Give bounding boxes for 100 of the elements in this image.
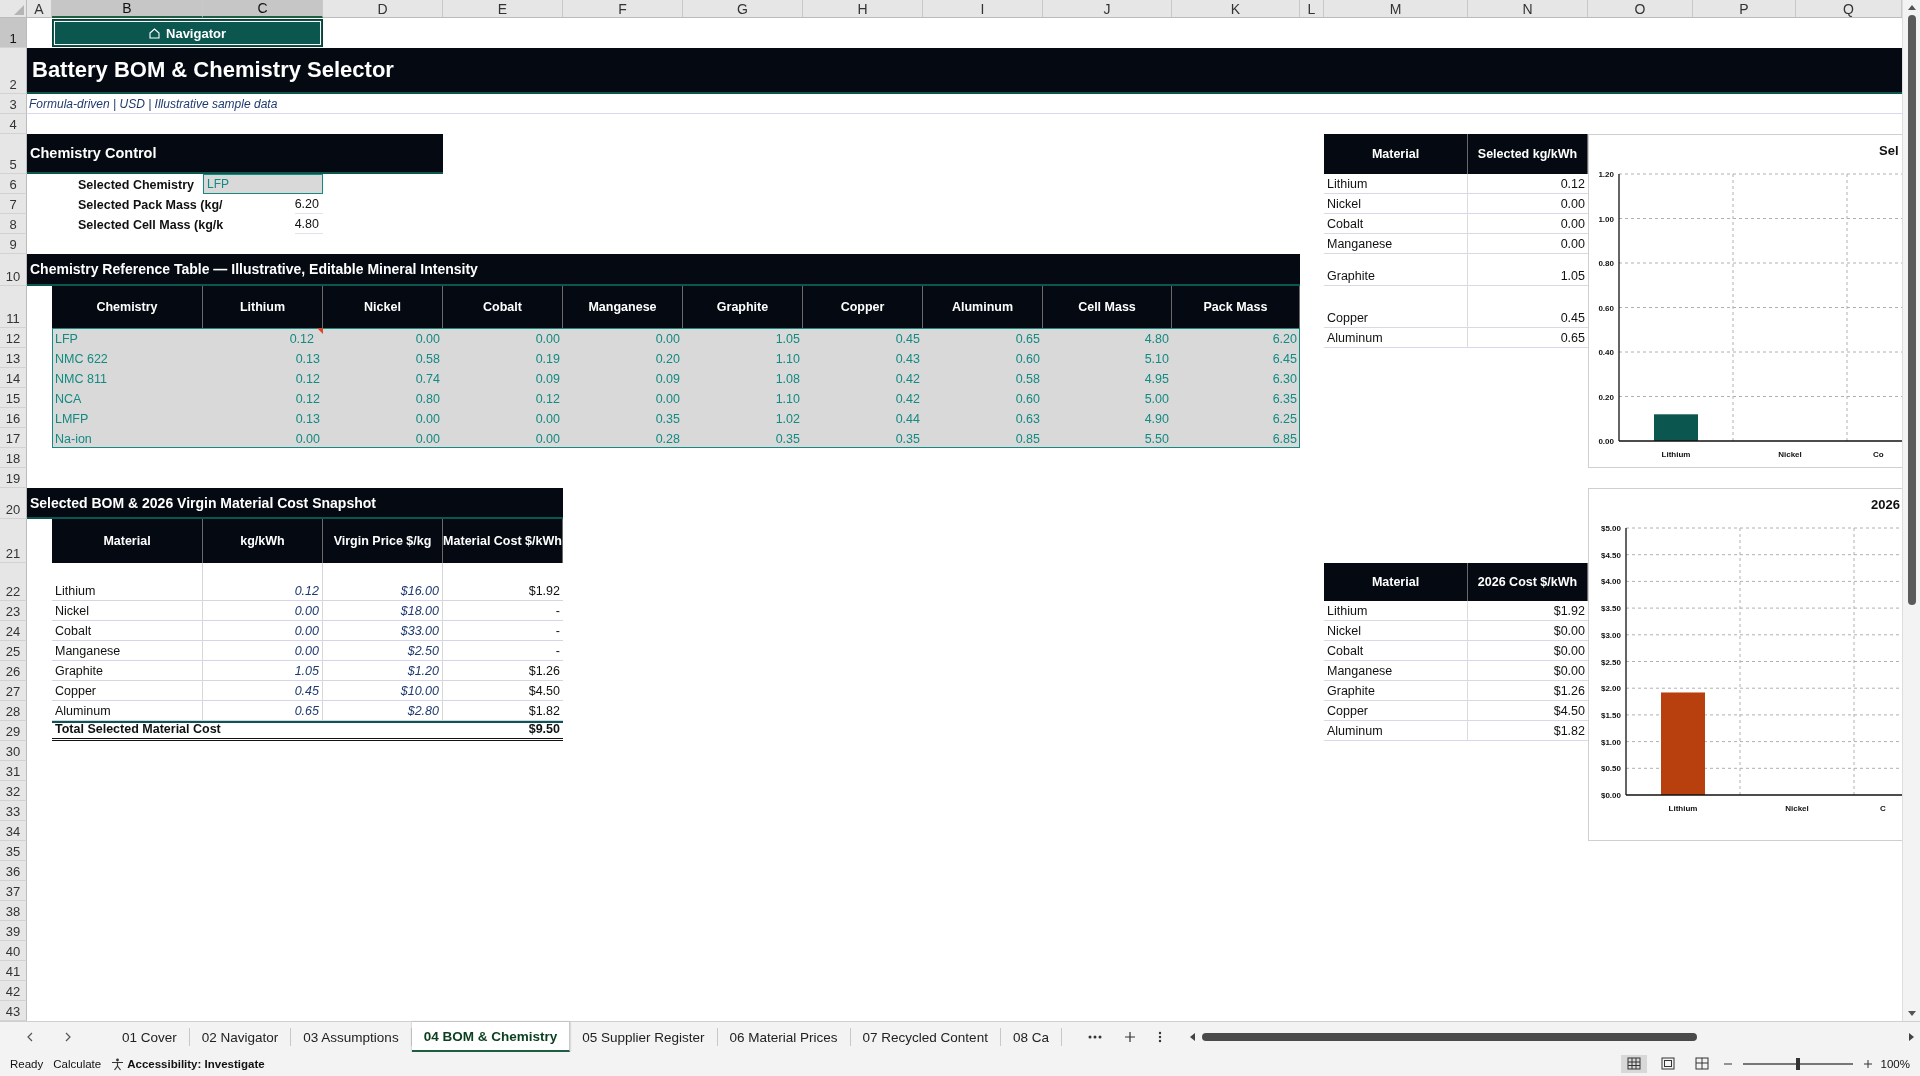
accessibility-icon[interactable]	[111, 1057, 125, 1071]
axis-tick-label: $4.00	[1600, 577, 1621, 587]
table-cell-text: 0.44	[894, 411, 921, 428]
row-number[interactable]: 15	[0, 388, 27, 408]
row-number[interactable]: 11	[0, 286, 27, 328]
row-number[interactable]: 17	[0, 428, 27, 448]
more-icon[interactable]	[1087, 1034, 1102, 1040]
row-number[interactable]: 1	[0, 18, 27, 48]
column-header[interactable]: M	[1324, 0, 1468, 18]
sheet-tab[interactable]: 03 Assumptions	[291, 1028, 412, 1046]
sheet-tab[interactable]: 07 Recycled Content	[850, 1028, 1001, 1046]
table-cell: $2.80	[323, 701, 443, 721]
column-header[interactable]: A	[27, 0, 52, 18]
home-icon	[149, 27, 160, 39]
sheet-tab[interactable]: 01 Cover	[110, 1028, 190, 1046]
scroll-thumb[interactable]	[1201, 1033, 1697, 1041]
zoom-level[interactable]: 100%	[1880, 1058, 1910, 1070]
sheet-tab[interactable]: 04 BOM & Chemistry	[411, 1022, 571, 1052]
column-header[interactable]: L	[1300, 0, 1324, 18]
row-number[interactable]: 21	[0, 519, 27, 563]
table-cell-text: 0.00	[414, 431, 441, 448]
scroll-thumb[interactable]	[1907, 15, 1916, 605]
zoom-in-icon[interactable]	[1862, 1059, 1873, 1069]
row-number[interactable]: 20	[0, 488, 27, 519]
table-cell-text: 5.10	[1143, 351, 1170, 368]
row-number[interactable]: 24	[0, 621, 27, 641]
row-number[interactable]: 29	[0, 721, 27, 741]
normal-view-icon[interactable]	[1620, 1055, 1647, 1073]
column-header[interactable]: H	[803, 0, 923, 18]
row-number[interactable]: 41	[0, 961, 27, 981]
axis-tick-label: 0.40	[1598, 348, 1614, 357]
sheet-tab[interactable]: 06 Material Prices	[717, 1028, 851, 1046]
table-cell-text: 1.08	[774, 371, 801, 388]
table-cell: Cobalt	[52, 621, 203, 641]
row-number[interactable]: 25	[0, 641, 27, 661]
table-cell-text: 0.00	[294, 431, 321, 448]
column-header[interactable]: F	[563, 0, 683, 18]
vertical-scrollbar[interactable]	[1902, 0, 1920, 1021]
column-header: Pack Mass	[1172, 286, 1300, 328]
row-number[interactable]: 14	[0, 368, 27, 388]
row-number[interactable]: 42	[0, 981, 27, 1001]
row-number[interactable]: 39	[0, 921, 27, 941]
row-number[interactable]: 22	[0, 563, 27, 601]
row-number[interactable]: 13	[0, 348, 27, 368]
column-header[interactable]: C	[203, 0, 323, 18]
row-number[interactable]: 30	[0, 741, 27, 761]
row-number[interactable]: 12	[0, 328, 27, 348]
row-number[interactable]: 33	[0, 801, 27, 821]
row-number[interactable]: 2	[0, 48, 27, 94]
table-cell: Aluminum	[52, 701, 203, 721]
sheet-title: Battery BOM & Chemistry Selector	[27, 48, 1902, 94]
column-header[interactable]: P	[1693, 0, 1796, 18]
row-number[interactable]: 40	[0, 941, 27, 961]
row-number[interactable]: 19	[0, 468, 27, 488]
column-header[interactable]: B	[52, 0, 203, 18]
options-icon[interactable]	[1157, 1031, 1162, 1043]
scroll-up-icon[interactable]	[1906, 3, 1917, 11]
row-number[interactable]: 5	[0, 134, 27, 174]
accessibility-status[interactable]: Accessibility: Investigate	[127, 1058, 265, 1070]
row-number[interactable]: 3	[0, 94, 27, 114]
row-number[interactable]: 36	[0, 861, 27, 881]
row-number[interactable]: 28	[0, 701, 27, 721]
column-header[interactable]: G	[683, 0, 803, 18]
row-number[interactable]: 38	[0, 901, 27, 921]
sheet-tab[interactable]: 05 Supplier Register	[570, 1028, 718, 1046]
column-header: Nickel	[323, 286, 443, 328]
row-number[interactable]: 34	[0, 821, 27, 841]
column-header[interactable]: N	[1468, 0, 1588, 18]
axis-tick-label: 1.20	[1598, 170, 1614, 179]
row-number[interactable]: 23	[0, 601, 27, 621]
row-number[interactable]: 7	[0, 194, 27, 214]
sheet-tab[interactable]: 02 Navigator	[189, 1028, 292, 1046]
row-number[interactable]: 8	[0, 214, 27, 234]
row-number[interactable]: 27	[0, 681, 27, 701]
row-number[interactable]: 26	[0, 661, 27, 681]
column-header[interactable]: J	[1043, 0, 1172, 18]
scroll-right-icon[interactable]	[1908, 1032, 1916, 1042]
column-header[interactable]: E	[443, 0, 563, 18]
column-header[interactable]: I	[923, 0, 1043, 18]
row-number[interactable]: 31	[0, 761, 27, 781]
scroll-down-icon[interactable]	[1906, 1010, 1917, 1018]
row-number[interactable]: 35	[0, 841, 27, 861]
add-sheet-icon[interactable]	[1123, 1031, 1136, 1043]
row-number[interactable]: 4	[0, 114, 27, 134]
column-header[interactable]: K	[1172, 0, 1300, 18]
column-header[interactable]: D	[323, 0, 443, 18]
row-number[interactable]: 10	[0, 254, 27, 286]
row-number[interactable]: 37	[0, 881, 27, 901]
axis-category-label: Co	[1873, 450, 1884, 459]
column-header[interactable]: O	[1588, 0, 1693, 18]
column-header[interactable]: Q	[1796, 0, 1902, 18]
row-number[interactable]: 18	[0, 448, 27, 468]
row-number[interactable]: 9	[0, 234, 27, 254]
navigator-button[interactable]: Navigator	[52, 19, 323, 47]
sheet-tab[interactable]: 08 Ca	[1000, 1028, 1062, 1046]
row-number[interactable]: 16	[0, 408, 27, 428]
row-number[interactable]: 6	[0, 174, 27, 194]
row-number[interactable]: 32	[0, 781, 27, 801]
row-number[interactable]: 43	[0, 1001, 27, 1021]
table-cell-text: 0.58	[414, 351, 441, 368]
